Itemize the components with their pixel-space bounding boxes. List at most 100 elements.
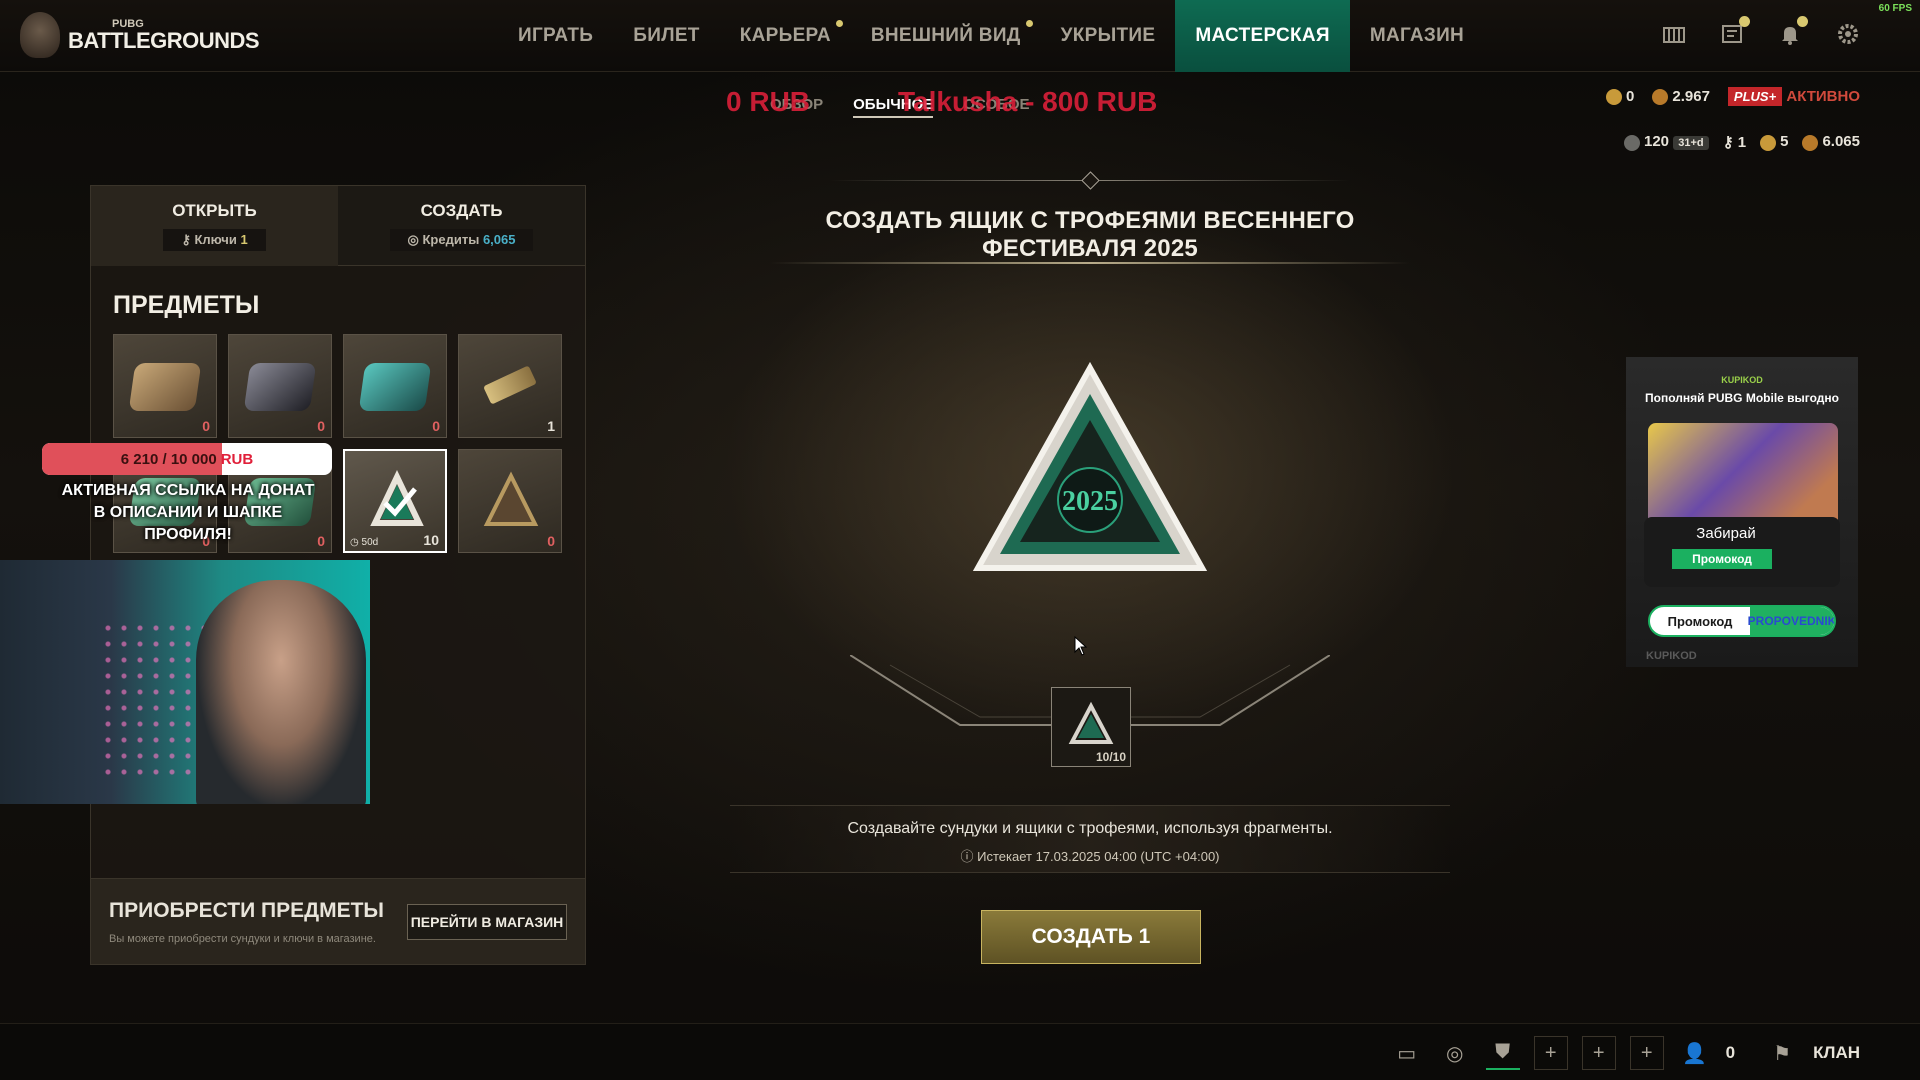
nav-ticket[interactable]: БИЛЕТ: [613, 0, 719, 72]
credits-count: ◎ Кредиты 6,065: [389, 228, 534, 251]
news-icon[interactable]: [1720, 16, 1750, 46]
title-divider-bottom: [770, 262, 1410, 264]
nav-appearance[interactable]: ВНЕШНИЙ ВИД: [851, 0, 1041, 72]
craft-title: СОЗДАТЬ ЯЩИК С ТРОФЕЯМИ ВЕСЕННЕГО ФЕСТИВ…: [825, 207, 1355, 262]
ad-footer-brand: KUPIKOD: [1646, 650, 1697, 662]
bell-icon[interactable]: [1778, 16, 1808, 46]
item-key[interactable]: 1: [458, 334, 562, 438]
tab-open[interactable]: ОТКРЫТЬ ⚷ Ключи 1: [91, 186, 338, 266]
notification-dot: [1025, 20, 1033, 27]
credits-count-value: 6,065: [482, 231, 516, 247]
fragment-slot[interactable]: 10/10: [1051, 687, 1131, 767]
item-count: 0: [547, 533, 555, 549]
emblem-icon[interactable]: ◎: [1438, 1036, 1472, 1070]
clock-icon: ◷ 50d: [350, 537, 379, 548]
ad-promo-pill[interactable]: Промокод PROPOVEDNIK: [1648, 605, 1836, 637]
ad-headline: Пополняй PUBG Mobile выгодно: [1645, 391, 1839, 405]
bronze-crate-icon: [128, 363, 202, 411]
timer-badge: 31+d: [1673, 136, 1709, 151]
fps-counter: 60 FPS: [1878, 3, 1912, 14]
item-dark-crate[interactable]: 0: [228, 334, 332, 438]
alert-icon: [1797, 16, 1808, 27]
buy-items-box: ПРИОБРЕСТИ ПРЕДМЕТЫ Вы можете приобрести…: [91, 878, 585, 964]
credits-value: 6.065: [1822, 133, 1860, 151]
teal-crate-icon: [358, 363, 432, 411]
tab-create[interactable]: СОЗДАТЬ ◎ Кредиты 6,065: [338, 186, 585, 266]
item-count: 0: [317, 533, 325, 549]
nav-career[interactable]: КАРЬЕРА: [720, 0, 851, 72]
fragments-value: 5: [1780, 133, 1789, 151]
craft-info-strip: Создавайте сундуки и ящики с трофеями, и…: [730, 805, 1450, 873]
top-bar: PUBG BATTLEGROUNDS ИГРАТЬ БИЛЕТ КАРЬЕРА …: [0, 0, 1920, 72]
spring-festival-crate[interactable]: 2025: [960, 350, 1220, 610]
g-coin-balance[interactable]: 0: [1606, 88, 1635, 106]
add-party-slot-button[interactable]: +: [1581, 1036, 1616, 1070]
stream-donation-overlay-mid: Talkusha - 800 RUB: [898, 86, 1158, 117]
alert-icon: [1739, 16, 1750, 27]
logo-emblem: [20, 12, 60, 58]
item-teal-crate[interactable]: 0: [343, 334, 447, 438]
buy-items-title: ПРИОБРЕСТИ ПРЕДМЕТЫ: [109, 899, 384, 922]
bottom-bar: ▭ ◎ ⛊ + + + 👤 0 ⚑ КЛАН: [0, 1023, 1920, 1080]
nav-shelter-label: УКРЫТИЕ: [1060, 25, 1156, 46]
go-to-shop-button[interactable]: ПЕРЕЙТИ В МАГАЗИН: [407, 904, 567, 940]
nav-shelter[interactable]: УКРЫТИЕ: [1041, 0, 1176, 72]
plus-status[interactable]: PLUS+ АКТИВНО: [1727, 87, 1860, 107]
bp-balance[interactable]: 2.967: [1652, 88, 1710, 106]
shop-icon[interactable]: [1662, 22, 1686, 46]
notification-dot: [835, 20, 843, 27]
item-count: 0: [432, 418, 440, 434]
logo-big-text: BATTLEGROUNDS: [68, 27, 260, 53]
donation-currency: RUB: [220, 450, 254, 468]
ad-take-text: Забирай: [1696, 525, 1756, 542]
craft-expire: ⓘ Истекает 17.03.2025 04:00 (UTC +04:00): [730, 846, 1450, 865]
bp-icon: [1652, 89, 1669, 106]
friends-icon[interactable]: 👤: [1678, 1036, 1712, 1070]
clan-icon[interactable]: ⚑: [1765, 1036, 1799, 1070]
keys-label: Ключи: [194, 232, 237, 247]
tab-create-label: СОЗДАТЬ: [420, 200, 503, 220]
currency-row-bottom: 120 31+d ⚷ 1 5 6.065: [1624, 133, 1860, 151]
keys-balance[interactable]: ⚷ 1: [1723, 133, 1747, 151]
add-party-slot-button[interactable]: +: [1629, 1036, 1664, 1070]
ad-promo-label[interactable]: Промокод: [1672, 549, 1772, 569]
clan-label[interactable]: КЛАН: [1813, 1043, 1860, 1063]
credit-icon: [1802, 134, 1819, 151]
add-party-slot-button[interactable]: +: [1533, 1036, 1568, 1070]
donation-progress-bar: 6 210 / 10 000 RUB: [42, 443, 332, 475]
create-crate-button[interactable]: СОЗДАТЬ 1: [981, 910, 1201, 964]
buy-items-description: Вы можете приобрести сундуки и ключи в м…: [109, 933, 376, 945]
item-count: 1: [547, 418, 555, 434]
crate-year-label: 2025: [1062, 486, 1118, 517]
currency-row-top: 0 2.967 PLUS+ АКТИВНО: [1606, 87, 1860, 107]
chat-icon[interactable]: ▭: [1390, 1036, 1424, 1070]
item-gold-triangle[interactable]: 0: [458, 449, 562, 553]
gold-triangle-icon: [483, 471, 539, 526]
craft-info-text: Создавайте сундуки и ящики с трофеями, и…: [847, 820, 1333, 837]
coupon-value: 120: [1644, 133, 1670, 151]
nav-play[interactable]: ИГРАТЬ: [498, 0, 613, 72]
donation-caption: АКТИВНАЯ ССЫЛКА НА ДОНАТ В ОПИСАНИИ И ША…: [61, 482, 315, 543]
fragments-balance[interactable]: 5: [1760, 133, 1789, 151]
pubg-logo[interactable]: PUBG BATTLEGROUNDS: [20, 12, 260, 58]
nav-store[interactable]: МАГАЗИН: [1350, 0, 1484, 72]
ad-promo-code: PROPOVEDNIK: [1748, 607, 1834, 635]
streamer-webcam: [0, 560, 370, 804]
nav-workshop-label: МАСТЕРСКАЯ: [1195, 25, 1330, 46]
gear-icon[interactable]: [1836, 22, 1860, 46]
credits-balance[interactable]: 6.065: [1802, 133, 1860, 151]
nav-appearance-label: ВНЕШНИЙ ВИД: [870, 25, 1021, 46]
g-coin-icon: [1606, 89, 1623, 106]
nav-workshop[interactable]: МАСТЕРСКАЯ: [1175, 0, 1350, 72]
dark-crate-icon: [243, 363, 317, 411]
item-count: 10: [423, 532, 439, 548]
nav-career-label: КАРЬЕРА: [739, 25, 831, 46]
g-coin-value: 0: [1626, 88, 1635, 105]
coupon-balance[interactable]: 120 31+d: [1624, 133, 1709, 151]
item-bronze-crate[interactable]: 0: [113, 334, 217, 438]
item-fragment-2025[interactable]: ◷ 50d 10: [343, 449, 447, 553]
kupikod-ad[interactable]: KUPIKOD Пополняй PUBG Mobile выгодно Заб…: [1626, 357, 1858, 667]
tab-open-label: ОТКРЫТЬ: [172, 201, 257, 220]
shield-icon[interactable]: ⛊: [1485, 1036, 1520, 1070]
bp-value: 2.967: [1672, 88, 1710, 105]
